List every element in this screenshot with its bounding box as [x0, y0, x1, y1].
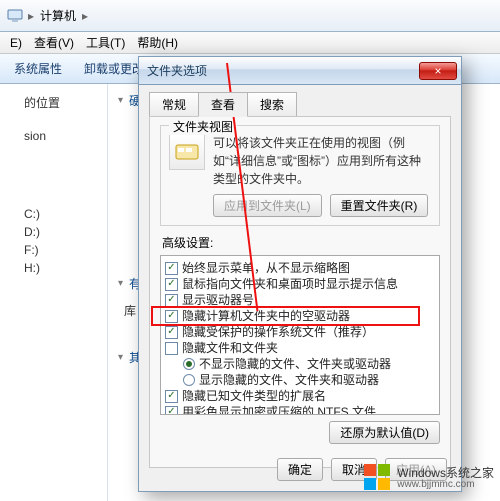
folder-view-icon	[169, 134, 205, 170]
setting-label: 隐藏受保护的操作系统文件（推荐）	[182, 324, 374, 340]
checkbox-icon[interactable]: ✓	[165, 326, 178, 339]
advanced-setting-row[interactable]: ✓ 用彩色显示加密或压缩的 NTFS 文件	[165, 404, 435, 415]
folder-options-dialog: 文件夹选项 × 常规 查看 搜索 文件夹视图 可以将该文件夹正在使用的视图（例如…	[138, 56, 462, 492]
apply-to-folders-button[interactable]: 应用到文件夹(L)	[213, 194, 322, 217]
sidebar-current-location[interactable]: 的位置	[24, 92, 101, 113]
advanced-setting-row[interactable]: 不显示隐藏的文件、文件夹或驱动器	[165, 356, 435, 372]
group-title: 文件夹视图	[169, 118, 237, 135]
sidebar-drive-h[interactable]: H:)	[24, 259, 101, 277]
tab-search[interactable]: 搜索	[247, 92, 297, 117]
chevron-right-icon: ▸	[82, 9, 88, 23]
setting-label: 隐藏文件和文件夹	[182, 340, 278, 356]
close-button[interactable]: ×	[419, 62, 457, 80]
breadcrumb-root[interactable]: 计算机	[40, 7, 76, 24]
advanced-setting-row[interactable]: ✓ 显示驱动器号	[165, 292, 435, 308]
watermark-brand: Windows	[397, 466, 446, 480]
address-bar[interactable]: ▸ 计算机 ▸	[0, 0, 500, 32]
advanced-settings-label: 高级设置:	[162, 234, 440, 251]
folder-view-description: 可以将该文件夹正在使用的视图（例如“详细信息”或“图标”）应用到所有这种类型的文…	[213, 134, 431, 188]
reset-folders-button[interactable]: 重置文件夹(R)	[330, 194, 429, 217]
tab-strip: 常规 查看 搜索	[149, 91, 461, 116]
menu-edit[interactable]: E)	[6, 34, 26, 52]
dialog-title: 文件夹选项	[147, 62, 419, 79]
folder-view-group: 文件夹视图 可以将该文件夹正在使用的视图（例如“详细信息”或“图标”）应用到所有…	[160, 125, 440, 226]
setting-label: 鼠标指向文件夹和桌面项时显示提示信息	[182, 276, 398, 292]
chevron-down-icon: ▾	[118, 352, 123, 363]
setting-label: 不显示隐藏的文件、文件夹或驱动器	[199, 356, 391, 372]
advanced-setting-row[interactable]: ✓ 始终显示菜单，从不显示缩略图	[165, 260, 435, 276]
setting-label: 显示驱动器号	[182, 292, 254, 308]
checkbox-icon[interactable]: ✓	[165, 390, 178, 403]
menu-tools[interactable]: 工具(T)	[82, 32, 129, 53]
tab-general[interactable]: 常规	[149, 92, 199, 117]
restore-defaults-button[interactable]: 还原为默认值(D)	[329, 421, 440, 444]
advanced-setting-row[interactable]: ✓ 鼠标指向文件夹和桌面项时显示提示信息	[165, 276, 435, 292]
breadcrumb[interactable]: ▸ 计算机 ▸	[28, 7, 88, 24]
checkbox-icon[interactable]: ✓	[165, 278, 178, 291]
advanced-setting-row[interactable]: ✓ 隐藏受保护的操作系统文件（推荐）	[165, 324, 435, 340]
checkbox-icon[interactable]: ✓	[165, 406, 178, 416]
menu-view[interactable]: 查看(V)	[30, 32, 78, 53]
sidebar-drive-d[interactable]: D:)	[24, 223, 101, 241]
tab-view[interactable]: 查看	[198, 92, 248, 117]
setting-label: 用彩色显示加密或压缩的 NTFS 文件	[182, 404, 376, 415]
watermark-site: 系统之家	[446, 466, 494, 480]
windows-logo-icon	[363, 463, 391, 491]
setting-label: 显示隐藏的文件、文件夹和驱动器	[199, 372, 379, 388]
radio-icon[interactable]	[183, 374, 195, 386]
sidebar-drive-f[interactable]: F:)	[24, 241, 101, 259]
advanced-setting-row[interactable]: ✓ 隐藏已知文件类型的扩展名	[165, 388, 435, 404]
advanced-setting-row[interactable]: 隐藏文件和文件夹	[165, 340, 435, 356]
setting-label: 隐藏计算机文件夹中的空驱动器	[182, 308, 350, 324]
radio-icon[interactable]	[183, 358, 195, 370]
dialog-titlebar[interactable]: 文件夹选项 ×	[139, 57, 461, 85]
setting-label: 隐藏已知文件类型的扩展名	[182, 388, 326, 404]
checkbox-icon[interactable]: ✓	[165, 262, 178, 275]
close-icon: ×	[434, 64, 441, 78]
checkbox-icon[interactable]: ✓	[165, 310, 178, 323]
advanced-setting-row[interactable]: 显示隐藏的文件、文件夹和驱动器	[165, 372, 435, 388]
ok-button[interactable]: 确定	[277, 458, 323, 481]
navigation-pane: 的位置 sion C:) D:) F:) H:)	[0, 84, 108, 501]
setting-label: 始终显示菜单，从不显示缩略图	[182, 260, 350, 276]
tab-view-panel: 文件夹视图 可以将该文件夹正在使用的视图（例如“详细信息”或“图标”）应用到所有…	[149, 116, 451, 468]
computer-icon	[6, 7, 24, 25]
sidebar-drive-c[interactable]: C:)	[24, 205, 101, 223]
chevron-down-icon: ▾	[118, 95, 123, 106]
checkbox-icon[interactable]	[165, 342, 178, 355]
toolbar-system-properties[interactable]: 系统属性	[8, 58, 68, 79]
advanced-setting-row[interactable]: ✓ 隐藏计算机文件夹中的空驱动器	[165, 308, 435, 324]
menu-help[interactable]: 帮助(H)	[133, 32, 182, 53]
advanced-settings-tree[interactable]: ✓ 始终显示菜单，从不显示缩略图 ✓ 鼠标指向文件夹和桌面项时显示提示信息 ✓ 显示驱动器…	[160, 255, 440, 415]
chevron-down-icon: ▾	[118, 278, 123, 289]
chevron-right-icon: ▸	[28, 9, 34, 23]
sidebar-extension[interactable]: sion	[24, 127, 101, 145]
menu-bar: E) 查看(V) 工具(T) 帮助(H)	[0, 32, 500, 54]
watermark: Windows系统之家 www.bjjmmc.com	[363, 463, 494, 491]
checkbox-icon[interactable]: ✓	[165, 294, 178, 307]
